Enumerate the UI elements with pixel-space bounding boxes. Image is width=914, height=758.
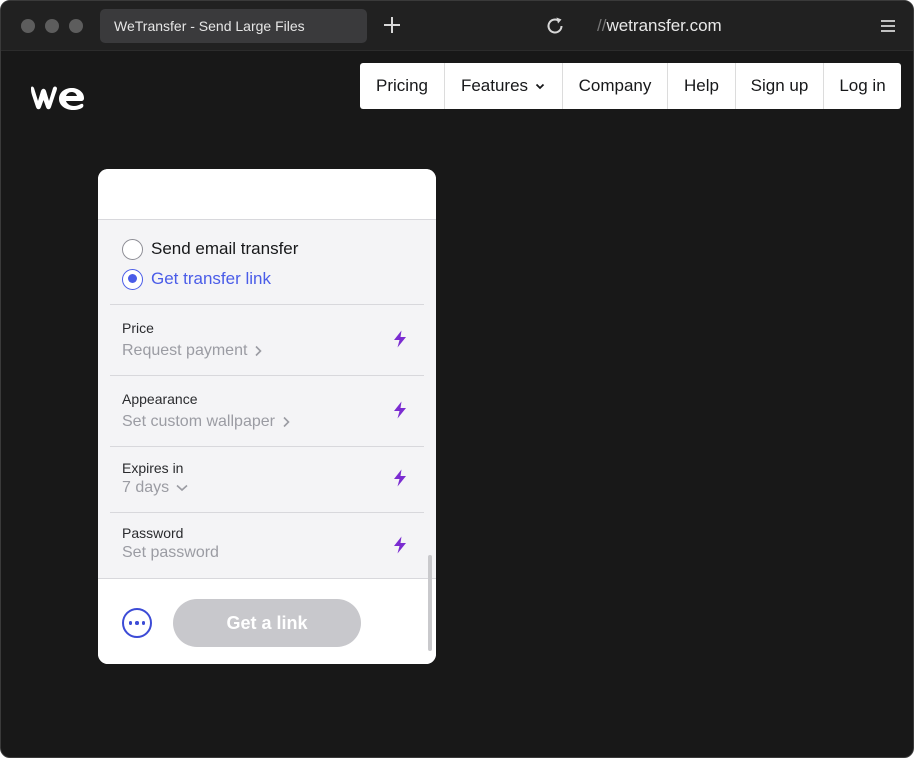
panel-scrollbar[interactable] xyxy=(428,555,432,651)
option-value-text: Set password xyxy=(122,544,219,561)
radio-get-link-label: Get transfer link xyxy=(151,269,271,288)
option-value: Set password xyxy=(122,544,219,562)
chevron-down-icon xyxy=(535,83,545,90)
plus-icon[interactable] xyxy=(381,14,403,36)
title-bar: WeTransfer - Send Large Files //wetransf… xyxy=(1,1,913,51)
option-title: Password xyxy=(122,525,184,541)
chevron-right-icon xyxy=(283,416,290,428)
wetransfer-logo[interactable] xyxy=(30,85,86,111)
lightning-bolt-icon xyxy=(394,469,406,487)
nav-signup[interactable]: Sign up xyxy=(736,63,824,109)
nav-pricing[interactable]: Pricing xyxy=(360,63,445,109)
nav-help[interactable]: Help xyxy=(668,63,736,109)
lightning-bolt-icon xyxy=(394,401,406,419)
option-title: Price xyxy=(122,320,154,336)
ellipsis-dot xyxy=(135,621,139,625)
option-title: Appearance xyxy=(122,391,198,407)
radio-send-email[interactable]: Send email transfer xyxy=(122,237,298,261)
option-password[interactable]: Password Set password xyxy=(110,512,424,578)
option-appearance[interactable]: Appearance Set custom wallpaper xyxy=(110,375,424,446)
option-title: Expires in xyxy=(122,460,184,476)
minimize-window-button[interactable] xyxy=(45,19,59,33)
option-value: Set custom wallpaper xyxy=(122,413,291,431)
option-value: Request payment xyxy=(122,342,263,360)
more-options-button[interactable] xyxy=(122,608,152,638)
browser-window: WeTransfer - Send Large Files //wetransf… xyxy=(0,0,914,758)
address-bar[interactable]: //wetransfer.com xyxy=(597,15,722,37)
hamburger-menu-icon[interactable] xyxy=(878,16,898,36)
ellipsis-dot xyxy=(128,621,133,625)
option-value-text: Request payment xyxy=(122,342,248,359)
radio-send-email-label: Send email transfer xyxy=(151,239,299,258)
zoom-window-button[interactable] xyxy=(69,19,83,33)
close-window-button[interactable] xyxy=(21,19,35,33)
browser-tab[interactable]: WeTransfer - Send Large Files xyxy=(100,9,367,43)
url-text: wetransfer.com xyxy=(606,16,722,35)
top-navigation: Pricing Features Company Help Sign up Lo… xyxy=(360,63,901,109)
nav-features-label: Features xyxy=(460,76,529,95)
nav-company[interactable]: Company xyxy=(563,63,668,109)
nav-login[interactable]: Log in xyxy=(824,63,901,109)
option-value: 7 days xyxy=(122,479,189,497)
option-expires[interactable]: Expires in 7 days xyxy=(110,446,424,512)
ellipsis-dot xyxy=(141,621,146,625)
panel-header-area xyxy=(98,169,436,220)
option-value-text: Set custom wallpaper xyxy=(122,413,275,430)
chevron-right-icon xyxy=(255,345,263,357)
lightning-bolt-icon xyxy=(394,330,406,348)
radio-get-link[interactable]: Get transfer link xyxy=(122,267,271,291)
reload-icon[interactable] xyxy=(544,15,566,37)
radio-button-unchecked[interactable] xyxy=(122,238,143,260)
nav-features[interactable]: Features xyxy=(445,63,563,109)
option-price[interactable]: Price Request payment xyxy=(110,304,424,375)
option-value-text: 7 days xyxy=(122,479,170,496)
chevron-down-icon xyxy=(176,484,188,492)
transfer-panel: Send email transfer Get transfer link Pr… xyxy=(98,169,436,664)
panel-footer: Get a link xyxy=(98,578,436,664)
lightning-bolt-icon xyxy=(394,536,406,554)
get-link-button[interactable]: Get a link xyxy=(173,599,361,647)
radio-button-checked[interactable] xyxy=(122,268,143,290)
